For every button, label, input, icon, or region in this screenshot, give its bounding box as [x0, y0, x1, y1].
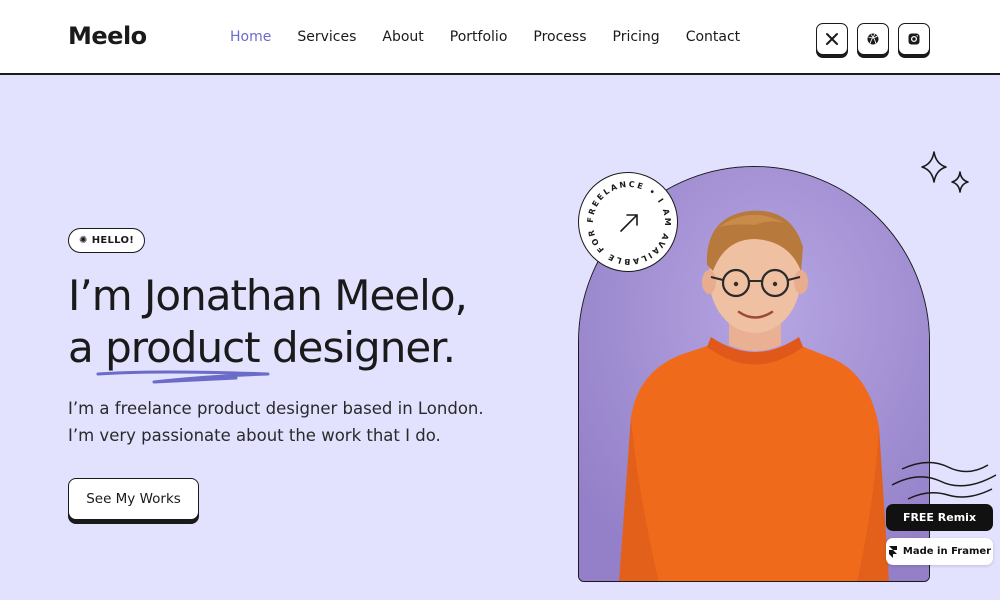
badge-label: HELLO!	[91, 235, 135, 246]
see-works-button[interactable]: See My Works	[68, 478, 199, 520]
available-stamp: FREELANCE • I AM AVAILABLE FOR	[578, 172, 678, 272]
instagram-icon[interactable]	[898, 23, 930, 55]
nav-contact[interactable]: Contact	[686, 29, 740, 45]
nav-portfolio[interactable]: Portfolio	[450, 29, 508, 45]
hello-badge: ✺ HELLO!	[68, 228, 146, 253]
wave-lines-decoration	[891, 461, 997, 500]
hero-subtitle: I’m a freelance product designer based i…	[68, 395, 508, 449]
nav-services[interactable]: Services	[297, 29, 356, 45]
title-part: designer.	[259, 323, 456, 372]
logo[interactable]: Meelo	[68, 22, 147, 50]
main-nav: Home Services About Portfolio Process Pr…	[230, 29, 766, 45]
title-part: a	[68, 323, 106, 372]
sparkle-decoration-icon	[921, 151, 969, 193]
nav-pricing[interactable]: Pricing	[613, 29, 660, 45]
hero-title-line1: I’m Jonathan Meelo,	[68, 271, 468, 320]
social-links	[816, 23, 930, 55]
scribble-underline	[96, 370, 270, 384]
nav-about[interactable]: About	[382, 29, 423, 45]
sparkle-icon: ✺	[79, 235, 88, 246]
stamp-graphic: FREELANCE • I AM AVAILABLE FOR	[586, 180, 670, 266]
arrow-up-right-icon	[620, 214, 638, 232]
nav-home[interactable]: Home	[230, 29, 271, 45]
title-highlight: product	[105, 323, 261, 372]
site-header: Meelo Home Services About Portfolio Proc…	[0, 0, 1000, 75]
x-icon[interactable]	[816, 23, 848, 55]
nav-process[interactable]: Process	[533, 29, 586, 45]
dribbble-icon[interactable]	[857, 23, 889, 55]
hero-title: I’m Jonathan Meelo, a product designer.	[68, 270, 468, 374]
subtitle-line: I’m very passionate about the work that …	[68, 426, 441, 445]
free-remix-button[interactable]: FREE Remix	[886, 504, 993, 531]
subtitle-line: I’m a freelance product designer based i…	[68, 399, 484, 418]
framer-icon	[888, 545, 897, 558]
made-in-framer-button[interactable]: Made in Framer	[886, 538, 993, 565]
made-in-framer-label: Made in Framer	[902, 546, 992, 557]
